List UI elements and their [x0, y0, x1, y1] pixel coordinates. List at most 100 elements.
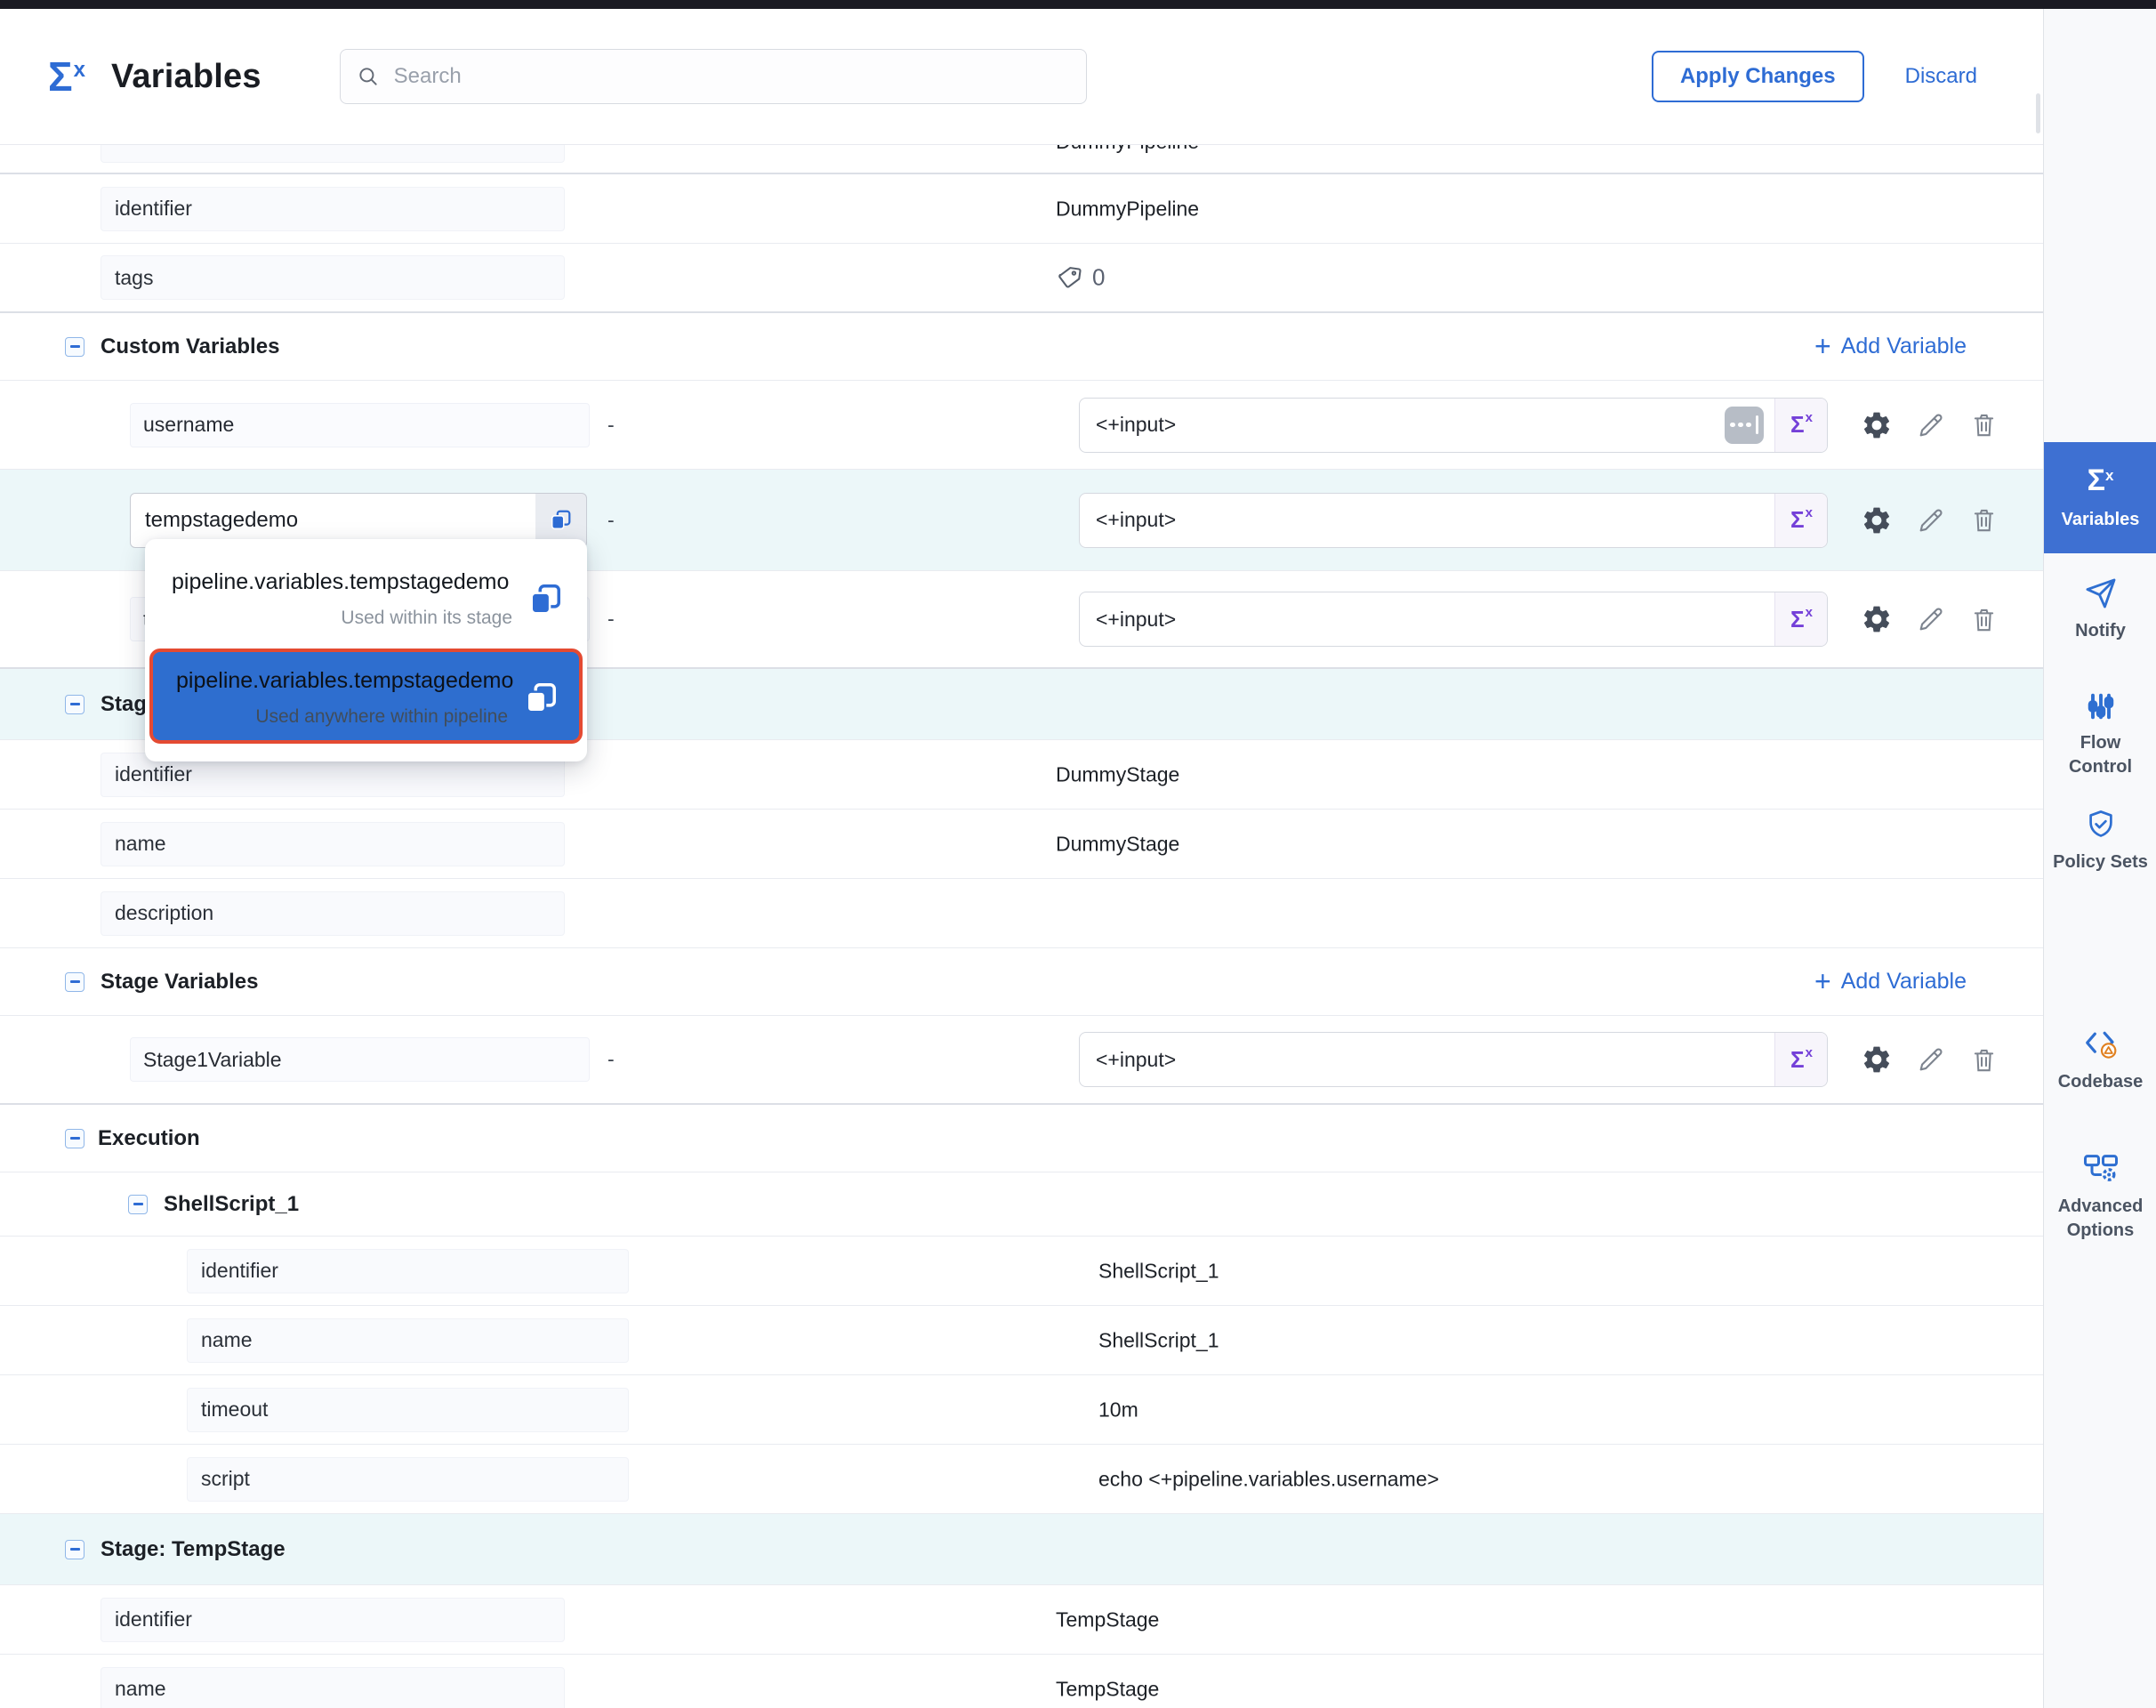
- variable-path: pipeline.variables.tempstagedemo: [172, 569, 512, 595]
- sidebar-item-codebase[interactable]: Codebase: [2044, 1026, 2156, 1094]
- section-header-shellscript: ShellScript_1: [0, 1172, 2043, 1237]
- field-label-box: name: [101, 1667, 565, 1708]
- section-header-custom-variables: Custom Variables + Add Variable: [0, 313, 2043, 381]
- expression-sigma-toggle[interactable]: Σx: [1774, 1033, 1827, 1086]
- discard-button[interactable]: Discard: [1905, 64, 1977, 89]
- field-label-box: script: [187, 1457, 629, 1502]
- field-label-box: [101, 145, 565, 163]
- field-label-box: name: [187, 1318, 629, 1363]
- settings-gear-icon[interactable]: [1861, 1043, 1893, 1076]
- collapse-minus-icon[interactable]: [65, 1540, 84, 1559]
- collapse-minus-icon[interactable]: [65, 337, 84, 357]
- field-value: ShellScript_1: [1098, 1259, 1219, 1283]
- window-top-bar: [0, 0, 2156, 9]
- workflow-gear-icon: [2083, 1150, 2119, 1186]
- search-icon: [357, 65, 380, 88]
- variables-table: DummyPipeline identifier DummyPipeline t…: [0, 145, 2043, 1708]
- section-title: Stage: TempStage: [101, 1537, 286, 1562]
- table-row-pipeline-identifier: identifier DummyPipeline: [0, 174, 2043, 244]
- field-label-box: identifier: [101, 187, 565, 231]
- variable-value-input[interactable]: <+input> Σx: [1079, 493, 1828, 548]
- variable-name-box[interactable]: Stage1Variable: [130, 1037, 590, 1082]
- field-label: identifier: [115, 197, 192, 221]
- variables-sigma-icon: Σx: [2044, 465, 2156, 495]
- variable-type-dash: -: [607, 508, 615, 532]
- add-variable-button[interactable]: + Add Variable: [1814, 333, 1967, 361]
- input-value: <+input>: [1080, 413, 1725, 437]
- variable-row-stage1variable: Stage1Variable - <+input> Σx: [0, 1016, 2043, 1105]
- variables-sigma-icon: Σx: [48, 56, 84, 97]
- sidebar-item-notify[interactable]: Notify: [2044, 576, 2156, 643]
- field-value: 10m: [1098, 1398, 1138, 1422]
- search-field[interactable]: [392, 63, 1070, 90]
- page-title: Variables: [111, 58, 261, 96]
- variables-panel-page: Σx Variables Apply Changes Discard Dummy…: [0, 0, 2156, 1708]
- collapse-minus-icon[interactable]: [128, 1195, 148, 1214]
- input-value: <+input>: [1080, 508, 1774, 532]
- collapse-minus-icon[interactable]: [65, 695, 84, 714]
- tag-icon: [1056, 264, 1083, 292]
- main-panel: Σx Variables Apply Changes Discard Dummy…: [0, 9, 2043, 1708]
- copy-option-stage-scope[interactable]: pipeline.variables.tempstagedemo Used wi…: [145, 548, 587, 645]
- section-header-execution: Execution: [0, 1105, 2043, 1172]
- settings-gear-icon[interactable]: [1861, 603, 1893, 635]
- plus-icon: +: [1814, 332, 1831, 360]
- expression-sigma-toggle[interactable]: Σx: [1774, 399, 1827, 452]
- sidebar-item-flow-control[interactable]: Flow Control: [2044, 690, 2156, 779]
- delete-trash-icon[interactable]: [1969, 505, 1999, 535]
- tags-count: 0: [1092, 264, 1105, 292]
- field-label: tags: [115, 266, 153, 290]
- expression-sigma-toggle[interactable]: Σx: [1774, 494, 1827, 547]
- sidebar-item-advanced-options[interactable]: Advanced Options: [2044, 1150, 2156, 1243]
- apply-changes-button[interactable]: Apply Changes: [1652, 51, 1864, 102]
- settings-gear-icon[interactable]: [1861, 504, 1893, 536]
- right-sidebar: Σx Variables Notify Flow Control Policy …: [2043, 9, 2156, 1708]
- section-header-stage-tempstage: Stage: TempStage: [0, 1514, 2043, 1585]
- field-label-box: description: [101, 891, 565, 936]
- tags-value: 0: [1056, 264, 1105, 292]
- field-value: ShellScript_1: [1098, 1328, 1219, 1352]
- row-actions: [1861, 409, 1999, 441]
- field-label-box: timeout: [187, 1388, 629, 1432]
- code-warning-icon: [2083, 1026, 2119, 1061]
- variable-value-input[interactable]: <+input> Σx: [1079, 592, 1828, 647]
- table-row-partial: DummyPipeline: [0, 145, 2043, 174]
- paper-plane-icon: [2084, 576, 2118, 610]
- settings-gear-icon[interactable]: [1861, 409, 1893, 441]
- sidebar-item-variables[interactable]: Σx Variables: [2044, 442, 2156, 553]
- runtime-input-icon[interactable]: [1725, 407, 1764, 444]
- field-value: DummyStage: [1056, 832, 1179, 856]
- variable-path: pipeline.variables.tempstagedemo: [176, 668, 508, 694]
- field-label-box: identifier: [187, 1249, 629, 1293]
- copy-icon[interactable]: [527, 581, 564, 618]
- table-row-step-script: script echo <+pipeline.variables.usernam…: [0, 1445, 2043, 1514]
- table-row-step-name: name ShellScript_1: [0, 1306, 2043, 1375]
- copy-icon[interactable]: [522, 680, 559, 717]
- edit-pencil-icon[interactable]: [1916, 505, 1946, 536]
- edit-pencil-icon[interactable]: [1916, 604, 1946, 634]
- search-input[interactable]: [340, 49, 1087, 104]
- delete-trash-icon[interactable]: [1969, 605, 1999, 634]
- expression-sigma-toggle[interactable]: Σx: [1774, 592, 1827, 646]
- variable-value-input[interactable]: <+input> Σx: [1079, 1032, 1828, 1087]
- copy-variable-popup: pipeline.variables.tempstagedemo Used wi…: [145, 539, 587, 761]
- field-label-box: identifier: [101, 1598, 565, 1642]
- variable-value-input[interactable]: <+input> Σx: [1079, 398, 1828, 453]
- collapse-minus-icon[interactable]: [65, 972, 84, 992]
- field-value: TempStage: [1056, 1677, 1159, 1701]
- delete-trash-icon[interactable]: [1969, 410, 1999, 439]
- edit-pencil-icon[interactable]: [1916, 410, 1946, 440]
- sidebar-item-policy-sets[interactable]: Policy Sets: [2044, 808, 2156, 874]
- copy-option-pipeline-scope-selected[interactable]: pipeline.variables.tempstagedemo Used an…: [149, 649, 583, 744]
- edit-pencil-icon[interactable]: [1916, 1044, 1946, 1075]
- table-row-stage-name: name DummyStage: [0, 810, 2043, 879]
- field-value: DummyPipeline: [1056, 145, 1199, 154]
- variable-name-box[interactable]: username: [130, 403, 590, 447]
- variable-type-dash: -: [607, 413, 615, 437]
- scrollbar-thumb[interactable]: [2036, 93, 2040, 133]
- panel-header: Σx Variables Apply Changes Discard: [0, 9, 2043, 145]
- shield-check-icon: [2084, 808, 2118, 842]
- collapse-minus-icon[interactable]: [65, 1129, 84, 1148]
- add-variable-button[interactable]: + Add Variable: [1814, 968, 1967, 996]
- delete-trash-icon[interactable]: [1969, 1045, 1999, 1075]
